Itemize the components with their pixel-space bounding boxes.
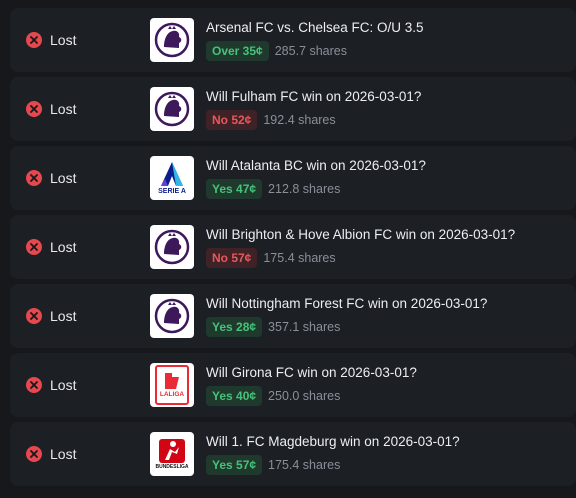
x-circle-icon [26,239,42,255]
bet-row[interactable]: Lost Arsenal FC vs. Chelsea FC: O/U 3.5 … [10,8,576,72]
outcome-badge: Yes 40¢ [206,386,263,406]
x-circle-icon [26,308,42,324]
status-label: Lost [50,308,77,324]
outcome-badge: Yes 57¢ [206,455,263,475]
shares-count: 175.4 shares [268,458,341,472]
market-question: Arsenal FC vs. Chelsea FC: O/U 3.5 [206,20,424,35]
premier-league-logo [150,18,194,62]
bet-status: Lost [26,101,76,117]
x-circle-icon [26,377,42,393]
bet-row[interactable]: Lost Will Brighton & Hove Albion FC win … [10,215,576,279]
status-label: Lost [50,32,77,48]
bundesliga-logo: BUNDESLIGA [150,432,194,476]
premier-league-logo [150,87,194,131]
status-label: Lost [50,170,77,186]
bet-status: Lost [26,377,76,393]
bet-row[interactable]: Lost Will Fulham FC win on 2026-03-01? N… [10,77,576,141]
market-question: Will Atalanta BC win on 2026-03-01? [206,158,426,173]
outcome-badge: Over 35¢ [206,41,269,61]
shares-count: 212.8 shares [268,182,341,196]
bet-row[interactable]: Lost LALIGA Will Girona FC win on 2026-0… [10,353,576,417]
bet-row[interactable]: Lost SERIE A Will Atalanta BC win on 202… [10,146,576,210]
status-label: Lost [50,239,77,255]
market-question: Will 1. FC Magdeburg win on 2026-03-01? [206,434,460,449]
bet-status: Lost [26,446,76,462]
outcome-badge: Yes 47¢ [206,179,263,199]
status-label: Lost [50,377,77,393]
outcome-badge: No 52¢ [206,110,258,130]
bet-status: Lost [26,32,76,48]
status-label: Lost [50,101,77,117]
x-circle-icon [26,101,42,117]
shares-count: 357.1 shares [268,320,341,334]
bet-status: Lost [26,239,76,255]
logo-wordmark: LALIGA [159,391,185,398]
bet-row[interactable]: Lost BUNDESLIGA Will 1. FC Magdeburg win… [10,422,576,486]
bet-history-list: Lost Arsenal FC vs. Chelsea FC: O/U 3.5 … [0,0,576,498]
shares-count: 175.4 shares [263,251,336,265]
bet-status: Lost [26,308,76,324]
premier-league-logo [150,225,194,269]
market-question: Will Fulham FC win on 2026-03-01? [206,89,422,104]
market-question: Will Nottingham Forest FC win on 2026-03… [206,296,488,311]
bet-status: Lost [26,170,76,186]
shares-count: 285.7 shares [274,44,347,58]
outcome-badge: Yes 28¢ [206,317,263,337]
x-circle-icon [26,170,42,186]
laliga-logo: LALIGA [150,363,194,407]
x-circle-icon [26,32,42,48]
shares-count: 192.4 shares [263,113,336,127]
outcome-badge: No 57¢ [206,248,258,268]
x-circle-icon [26,446,42,462]
premier-league-logo [150,294,194,338]
serie-a-logo: SERIE A [150,156,194,200]
market-question: Will Girona FC win on 2026-03-01? [206,365,417,380]
bet-row[interactable]: Lost Will Nottingham Forest FC win on 20… [10,284,576,348]
status-label: Lost [50,446,77,462]
market-question: Will Brighton & Hove Albion FC win on 20… [206,227,516,242]
logo-wordmark: SERIE A [158,188,186,195]
shares-count: 250.0 shares [268,389,341,403]
logo-wordmark: BUNDESLIGA [155,463,189,470]
